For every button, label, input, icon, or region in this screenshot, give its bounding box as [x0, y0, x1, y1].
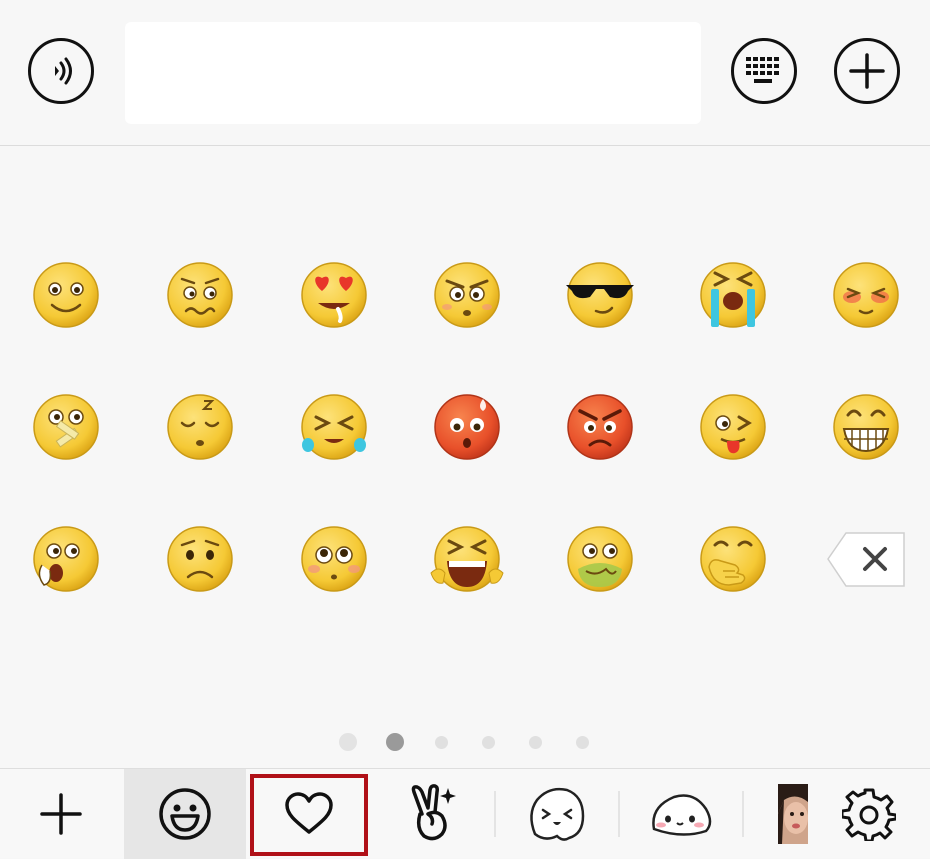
tab-custom-sticker[interactable]: [746, 769, 808, 859]
tab-separator: [742, 791, 744, 837]
emoji-crying-loud[interactable]: [700, 262, 766, 328]
emoji-scream[interactable]: [430, 526, 504, 592]
page-dot-recent[interactable]: [339, 733, 357, 751]
user-photo-sticker: [778, 784, 808, 844]
emoji-smile[interactable]: [33, 262, 99, 328]
emoji-awkward[interactable]: [167, 262, 233, 328]
tab-sticker-face[interactable]: [498, 769, 616, 859]
victory-hand-icon: [411, 784, 456, 841]
smiley-icon: [159, 788, 211, 840]
tab-settings[interactable]: [808, 769, 930, 859]
emoji-surprised[interactable]: [33, 526, 99, 592]
plus-icon: [40, 793, 82, 835]
bun-face-icon: [652, 794, 712, 836]
emoji-sad[interactable]: [167, 526, 233, 592]
page-dot[interactable]: [576, 736, 589, 749]
emoji-grid: [33, 262, 905, 592]
emoji-giggle[interactable]: [700, 526, 766, 592]
cartoon-face-icon: [530, 787, 585, 841]
page-dot[interactable]: [529, 736, 542, 749]
emoji-blushing[interactable]: [833, 262, 899, 328]
emoji-tongue-wink[interactable]: [700, 394, 766, 460]
page-indicator: [0, 733, 930, 753]
sticker-tab-bar: [0, 768, 930, 859]
tab-gesture[interactable]: [374, 769, 492, 859]
tab-separator: [618, 791, 620, 837]
tab-emoji[interactable]: [124, 769, 246, 859]
emoji-sleepy[interactable]: [167, 394, 233, 460]
page-dot[interactable]: [482, 736, 495, 749]
heart-icon: [285, 792, 333, 834]
emoji-stare[interactable]: [434, 262, 500, 328]
emoji-cool[interactable]: [566, 262, 634, 328]
page-dot[interactable]: [435, 736, 448, 749]
gear-icon: [842, 788, 896, 841]
emoji-heart-eyes[interactable]: [301, 262, 367, 328]
tab-add-sticker[interactable]: [0, 769, 122, 859]
emoji-angry[interactable]: [567, 394, 633, 460]
emoji-shush[interactable]: [33, 394, 99, 460]
tab-sticker-bun[interactable]: [622, 769, 740, 859]
emoji-tears-of-laughter[interactable]: [301, 394, 367, 460]
tab-separator: [494, 791, 496, 837]
emoji-nauseous[interactable]: [567, 526, 633, 592]
backspace-key[interactable]: [827, 532, 905, 587]
emoji-grin[interactable]: [833, 394, 899, 460]
tab-favorites[interactable]: [250, 769, 368, 859]
emoji-pleading[interactable]: [301, 526, 367, 592]
emoji-embarrassed[interactable]: [434, 394, 500, 460]
page-dot-active[interactable]: [386, 733, 404, 751]
